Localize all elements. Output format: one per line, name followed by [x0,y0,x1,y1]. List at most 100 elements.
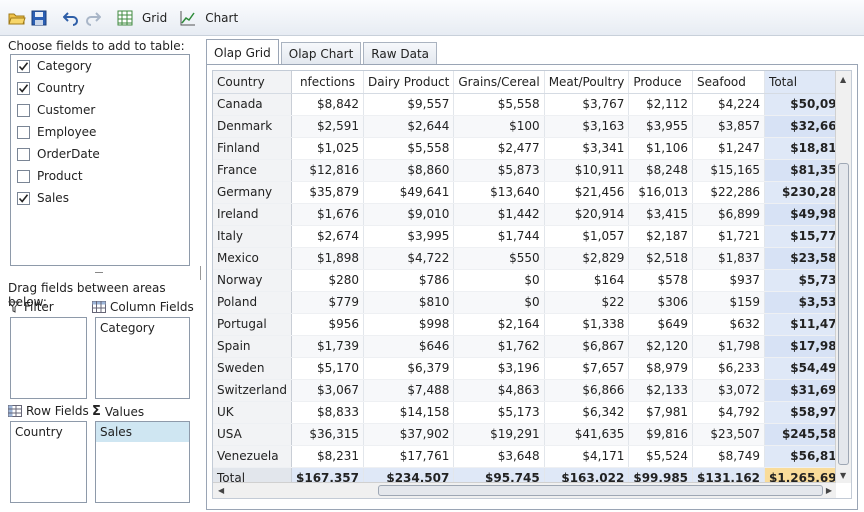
table-cell[interactable]: $2,674 [291,225,365,248]
table-cell[interactable]: $8,833 [291,401,365,424]
table-cell[interactable]: $1,721 [692,225,766,248]
row-header-cell[interactable]: UK [213,401,292,424]
column-header[interactable]: Meat/Poultry [544,71,630,94]
table-cell[interactable]: $646 [363,335,455,358]
table-cell[interactable]: $16,013 [628,181,694,204]
horizontal-scroll-thumb[interactable] [378,485,823,496]
table-cell[interactable]: $8,248 [628,159,694,182]
row-header-cell[interactable]: Mexico [213,247,292,270]
table-cell[interactable]: $5,558 [363,137,455,160]
vertical-scrollbar[interactable]: ▲ ▼ [835,71,851,483]
table-cell[interactable]: $3,648 [453,445,545,468]
row-header-cell[interactable]: Venezuela [213,445,292,468]
table-cell[interactable]: $2,120 [628,335,694,358]
table-cell[interactable]: $810 [363,291,455,314]
value-field-item[interactable]: Sales [96,422,189,442]
row-header-cell[interactable]: Ireland [213,203,292,226]
vertical-splitter[interactable] [200,266,201,280]
scroll-left-icon[interactable]: ◀ [218,486,224,495]
row-header-cell[interactable]: Finland [213,137,292,160]
table-cell[interactable]: $4,722 [363,247,455,270]
column-header[interactable]: nfections [291,71,365,94]
table-cell[interactable]: $4,863 [453,379,545,402]
checkbox-unchecked[interactable] [17,147,30,161]
column-total-cell[interactable]: $167,357 [291,466,365,483]
table-cell[interactable]: $159 [692,291,766,314]
table-cell[interactable]: $786 [363,269,455,292]
table-cell[interactable]: $3,163 [544,115,630,138]
table-cell[interactable]: $5,873 [453,159,545,182]
checkbox-unchecked[interactable] [17,103,30,117]
column-header-total[interactable]: Total [764,71,836,94]
row-header-cell[interactable]: Poland [213,291,292,314]
table-cell[interactable]: $6,866 [544,379,630,402]
column-header[interactable]: Produce [628,71,694,94]
table-cell[interactable]: $1,762 [453,335,545,358]
grand-total-cell[interactable]: $1,265,693 [764,466,836,483]
tab-olap-chart[interactable]: Olap Chart [280,42,362,64]
table-cell[interactable]: $3,072 [692,379,766,402]
table-cell[interactable]: $7,657 [544,357,630,380]
table-cell[interactable]: $8,860 [363,159,455,182]
row-total-cell[interactable]: $32,661 [764,115,836,138]
table-cell[interactable]: $306 [628,291,694,314]
grid-button-label[interactable]: Grid [142,11,167,25]
checkbox-checked[interactable] [17,191,30,205]
table-cell[interactable]: $7,981 [628,401,694,424]
field-item[interactable]: Country [11,77,189,99]
column-total-cell[interactable]: $163,022 [544,466,630,483]
field-item[interactable]: Product [11,165,189,187]
table-cell[interactable]: $1,798 [692,335,766,358]
table-cell[interactable]: $6,342 [544,401,630,424]
vertical-scroll-thumb[interactable] [838,163,849,465]
row-header-cell[interactable]: Norway [213,269,292,292]
table-cell[interactable]: $5,558 [453,93,545,116]
table-cell[interactable]: $6,867 [544,335,630,358]
row-header-cell[interactable]: France [213,159,292,182]
table-cell[interactable]: $3,067 [291,379,365,402]
column-field-item[interactable]: Category [96,318,189,338]
column-total-cell[interactable]: $95,745 [453,466,545,483]
values-area[interactable]: Sales [95,421,190,503]
table-cell[interactable]: $1,442 [453,203,545,226]
row-header-cell[interactable]: Switzerland [213,379,292,402]
tab-olap-grid[interactable]: Olap Grid [206,39,279,65]
table-cell[interactable]: $280 [291,269,365,292]
table-cell[interactable]: $2,187 [628,225,694,248]
table-cell[interactable]: $14,158 [363,401,455,424]
table-cell[interactable]: $2,644 [363,115,455,138]
table-cell[interactable]: $3,857 [692,115,766,138]
row-total-cell[interactable]: $18,810 [764,137,836,160]
table-cell[interactable]: $1,898 [291,247,365,270]
column-total-cell[interactable]: $234,507 [363,466,455,483]
horizontal-scrollbar[interactable]: ◀ ▶ [213,482,836,498]
table-cell[interactable]: $8,231 [291,445,365,468]
table-cell[interactable]: $1,744 [453,225,545,248]
table-cell[interactable]: $6,379 [363,357,455,380]
table-cell[interactable]: $20,914 [544,203,630,226]
total-row-label[interactable]: Total [213,466,292,483]
table-cell[interactable]: $779 [291,291,365,314]
column-header[interactable]: Seafood [692,71,766,94]
column-header[interactable]: Grains/Cereal [453,71,545,94]
row-header-cell[interactable]: USA [213,423,292,446]
table-cell[interactable]: $1,676 [291,203,365,226]
table-cell[interactable]: $0 [453,269,545,292]
table-cell[interactable]: $1,338 [544,313,630,336]
row-header-cell[interactable]: Canada [213,93,292,116]
table-cell[interactable]: $3,955 [628,115,694,138]
scroll-right-icon[interactable]: ▶ [826,486,832,495]
table-cell[interactable]: $3,196 [453,357,545,380]
column-total-cell[interactable]: $131,162 [692,466,766,483]
table-cell[interactable]: $13,640 [453,181,545,204]
row-total-cell[interactable]: $23,582 [764,247,836,270]
table-cell[interactable]: $937 [692,269,766,292]
table-cell[interactable]: $2,829 [544,247,630,270]
table-cell[interactable]: $35,879 [291,181,365,204]
table-cell[interactable]: $9,010 [363,203,455,226]
table-cell[interactable]: $1,739 [291,335,365,358]
table-cell[interactable]: $649 [628,313,694,336]
table-cell[interactable]: $5,170 [291,357,365,380]
checkbox-checked[interactable] [17,81,30,95]
scroll-down-icon[interactable]: ▼ [840,471,846,480]
